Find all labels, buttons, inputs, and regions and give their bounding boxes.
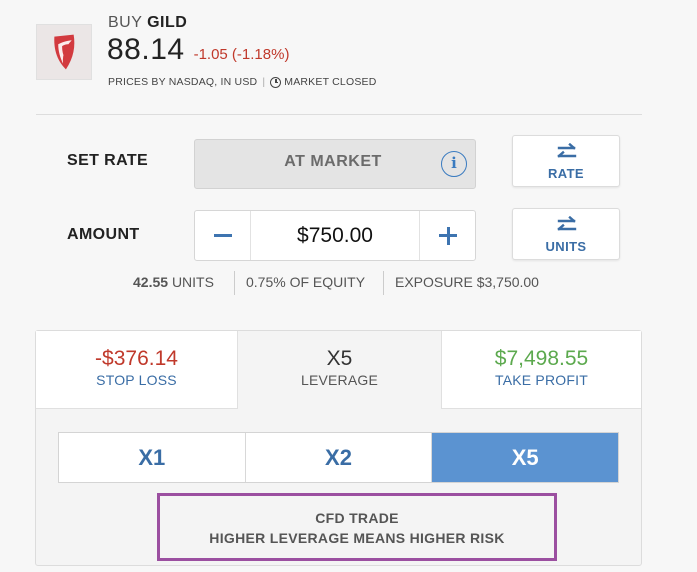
amount-label: AMOUNT — [67, 226, 140, 243]
set-rate-label: SET RATE — [67, 152, 149, 169]
units-stat: 42.55 UNITS — [133, 274, 214, 290]
stop-loss-value: -$376.14 — [95, 347, 178, 370]
equity-stat: 0.75% OF EQUITY — [246, 274, 366, 290]
clock-icon — [270, 76, 282, 88]
units-count: 42.55 — [133, 274, 169, 290]
units-word: UNITS — [171, 274, 214, 290]
leverage-label: LEVERAGE — [300, 372, 379, 388]
stats-separator — [383, 271, 384, 295]
trade-settings-tabs: -$376.14 STOP LOSS X5 LEVERAGE $7,498.55… — [36, 331, 641, 409]
meta-separator: | — [262, 76, 266, 88]
stats-separator — [234, 271, 235, 295]
decrease-amount-button[interactable] — [195, 211, 251, 260]
risk-warning-text: HIGHER LEVERAGE MEANS HIGHER RISK — [209, 530, 505, 546]
leverage-selector: X1 X2 X5 — [58, 432, 619, 483]
swap-arrows-icon — [557, 143, 577, 158]
rate-toggle-button[interactable]: RATE — [512, 135, 620, 187]
price-change: -1.05 (-1.18%) — [193, 46, 290, 63]
order-title: BUY GILD — [108, 14, 187, 32]
amount-field[interactable]: $750.00 — [194, 210, 476, 261]
amount-value[interactable]: $750.00 — [251, 224, 419, 248]
leverage-option-x5[interactable]: X5 — [432, 433, 619, 482]
instrument-symbol: GILD — [147, 14, 188, 31]
take-profit-label: TAKE PROFIT — [495, 372, 588, 388]
exposure-stat: EXPOSURE $3,750.00 — [395, 274, 539, 290]
rate-value: AT MARKET — [284, 153, 382, 170]
price-source: PRICES BY NASDAQ, IN USD — [108, 76, 258, 88]
risk-warning: CFD TRADE HIGHER LEVERAGE MEANS HIGHER R… — [157, 493, 557, 561]
order-action: BUY — [108, 14, 143, 31]
leverage-value: X5 — [326, 347, 353, 370]
units-toggle-label: UNITS — [545, 239, 587, 254]
tab-leverage[interactable]: X5 LEVERAGE — [238, 331, 441, 409]
tab-stop-loss[interactable]: -$376.14 STOP LOSS — [36, 331, 238, 409]
gilead-logo-icon — [36, 24, 92, 80]
header-divider — [36, 114, 642, 115]
trade-settings-panel: -$376.14 STOP LOSS X5 LEVERAGE $7,498.55… — [35, 330, 642, 566]
market-status: MARKET CLOSED — [284, 76, 377, 88]
stop-loss-label: STOP LOSS — [96, 372, 177, 388]
units-toggle-button[interactable]: UNITS — [512, 208, 620, 260]
rate-field[interactable]: AT MARKET i — [194, 139, 476, 189]
tab-take-profit[interactable]: $7,498.55 TAKE PROFIT — [441, 331, 641, 409]
info-icon[interactable]: i — [441, 151, 467, 177]
rate-toggle-label: RATE — [547, 166, 585, 181]
leverage-option-x2[interactable]: X2 — [246, 433, 433, 482]
increase-amount-button[interactable] — [419, 211, 475, 260]
price-source-line: PRICES BY NASDAQ, IN USD | MARKET CLOSED — [108, 76, 377, 88]
instrument-price: 88.14 — [107, 33, 185, 66]
swap-arrows-icon — [557, 216, 577, 231]
risk-warning-title: CFD TRADE — [315, 510, 399, 526]
take-profit-value: $7,498.55 — [494, 347, 589, 370]
leverage-option-x1[interactable]: X1 — [59, 433, 246, 482]
price-line: 88.14 -1.05 (-1.18%) — [107, 33, 289, 67]
